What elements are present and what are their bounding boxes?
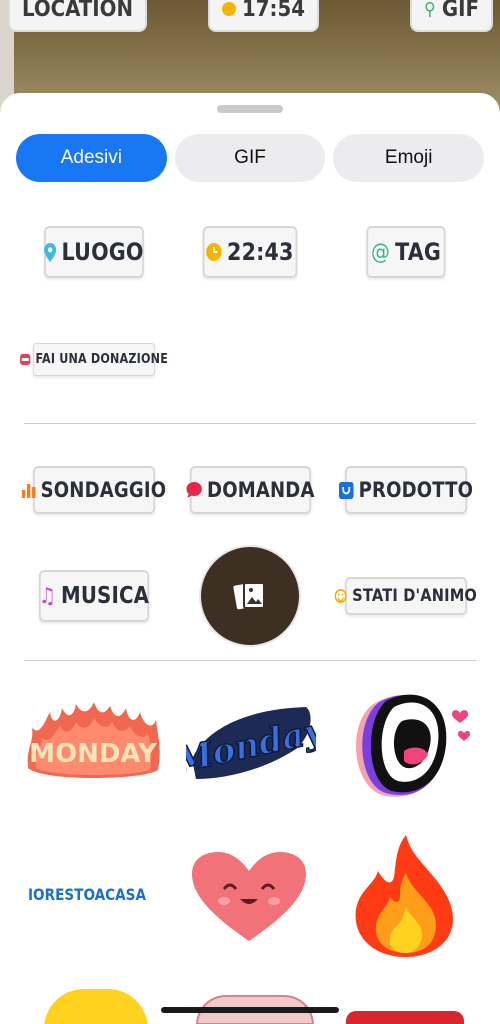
smiling-heart-icon bbox=[186, 847, 312, 947]
mood-sticker-label: STATI D'ANIMO bbox=[352, 586, 478, 606]
sticker-tabs: Adesivi GIF Emoji bbox=[16, 134, 485, 182]
time-sticker-label: 22:43 bbox=[227, 238, 294, 266]
home-indicator[interactable] bbox=[161, 1007, 339, 1013]
clock-icon bbox=[206, 243, 222, 261]
music-sticker-label: MUSICA bbox=[60, 583, 150, 609]
location-sticker[interactable]: LUOGO bbox=[44, 226, 144, 278]
iorestoacasa-label: IORESTOACASA bbox=[28, 884, 147, 904]
sticker-sheet: Adesivi GIF Emoji LUOGO 22:43 @ TAG FAI … bbox=[0, 93, 500, 1024]
lips-sticker-partial[interactable] bbox=[346, 1011, 464, 1024]
tab-emoji[interactable]: Emoji bbox=[333, 134, 485, 182]
script-sticker-art-icon: Monday bbox=[170, 707, 330, 782]
background-gif-sticker: ⚲ GIF bbox=[410, 0, 493, 32]
bar-chart-icon bbox=[21, 484, 36, 498]
background-time-label: 17:54 bbox=[242, 0, 306, 22]
location-sticker-label: LUOGO bbox=[61, 238, 144, 266]
gallery-sticker[interactable] bbox=[199, 545, 301, 647]
location-pin-icon bbox=[44, 242, 57, 262]
shopping-bag-icon bbox=[338, 481, 354, 499]
sheet-grabber[interactable] bbox=[217, 105, 283, 113]
section-divider-2 bbox=[24, 660, 476, 661]
background-time-sticker: 17:54 bbox=[208, 0, 320, 32]
speech-bubble-icon bbox=[186, 482, 202, 498]
fire-sticker[interactable] bbox=[352, 833, 458, 959]
section-divider bbox=[24, 423, 476, 424]
music-note-icon: ♫ bbox=[38, 583, 56, 609]
clock-icon bbox=[222, 2, 236, 16]
product-sticker[interactable]: PRODOTTO bbox=[338, 466, 473, 514]
question-sticker[interactable]: DOMANDA bbox=[186, 466, 314, 514]
flame-background-icon: MONDAY bbox=[27, 702, 160, 778]
monday-fire-text: MONDAY bbox=[29, 739, 158, 769]
question-sticker-label: DOMANDA bbox=[207, 478, 315, 502]
photo-gallery-icon bbox=[233, 582, 265, 610]
iorestoacasa-sticker[interactable]: IORESTOACASA bbox=[24, 879, 162, 909]
tab-stickers[interactable]: Adesivi bbox=[16, 134, 167, 182]
search-icon: ⚲ bbox=[424, 0, 436, 20]
donation-icon bbox=[19, 354, 31, 365]
background-gif-label: GIF bbox=[441, 0, 479, 22]
tab-gif[interactable]: GIF bbox=[174, 134, 326, 182]
donation-sticker[interactable]: FAI UNA DONAZIONE bbox=[19, 343, 168, 376]
smiley-icon bbox=[334, 589, 348, 603]
poll-sticker[interactable]: SONDAGGIO bbox=[21, 466, 166, 514]
tag-sticker[interactable]: @ TAG bbox=[366, 226, 446, 278]
sun-sticker[interactable] bbox=[44, 989, 148, 1024]
monday-fire-sticker[interactable]: MONDAY bbox=[24, 698, 162, 788]
shouting-mouth-sticker[interactable] bbox=[342, 685, 477, 805]
monday-script-sticker[interactable]: Monday bbox=[170, 699, 330, 787]
fire-icon bbox=[355, 835, 453, 957]
poll-sticker-label: SONDAGGIO bbox=[40, 478, 167, 502]
product-sticker-label: PRODOTTO bbox=[358, 478, 474, 502]
mouth-icon bbox=[355, 694, 470, 797]
background-location-label: LOCATION bbox=[22, 0, 134, 22]
tag-sticker-label: TAG bbox=[395, 238, 441, 266]
music-sticker[interactable]: ♫ MUSICA bbox=[38, 570, 150, 622]
donation-sticker-label: FAI UNA DONAZIONE bbox=[35, 352, 169, 367]
background-location-sticker: LOCATION bbox=[8, 0, 148, 32]
at-icon: @ bbox=[370, 239, 390, 265]
time-sticker[interactable]: 22:43 bbox=[202, 226, 298, 278]
smiling-heart-sticker[interactable] bbox=[184, 845, 314, 949]
mood-sticker[interactable]: STATI D'ANIMO bbox=[334, 577, 477, 615]
